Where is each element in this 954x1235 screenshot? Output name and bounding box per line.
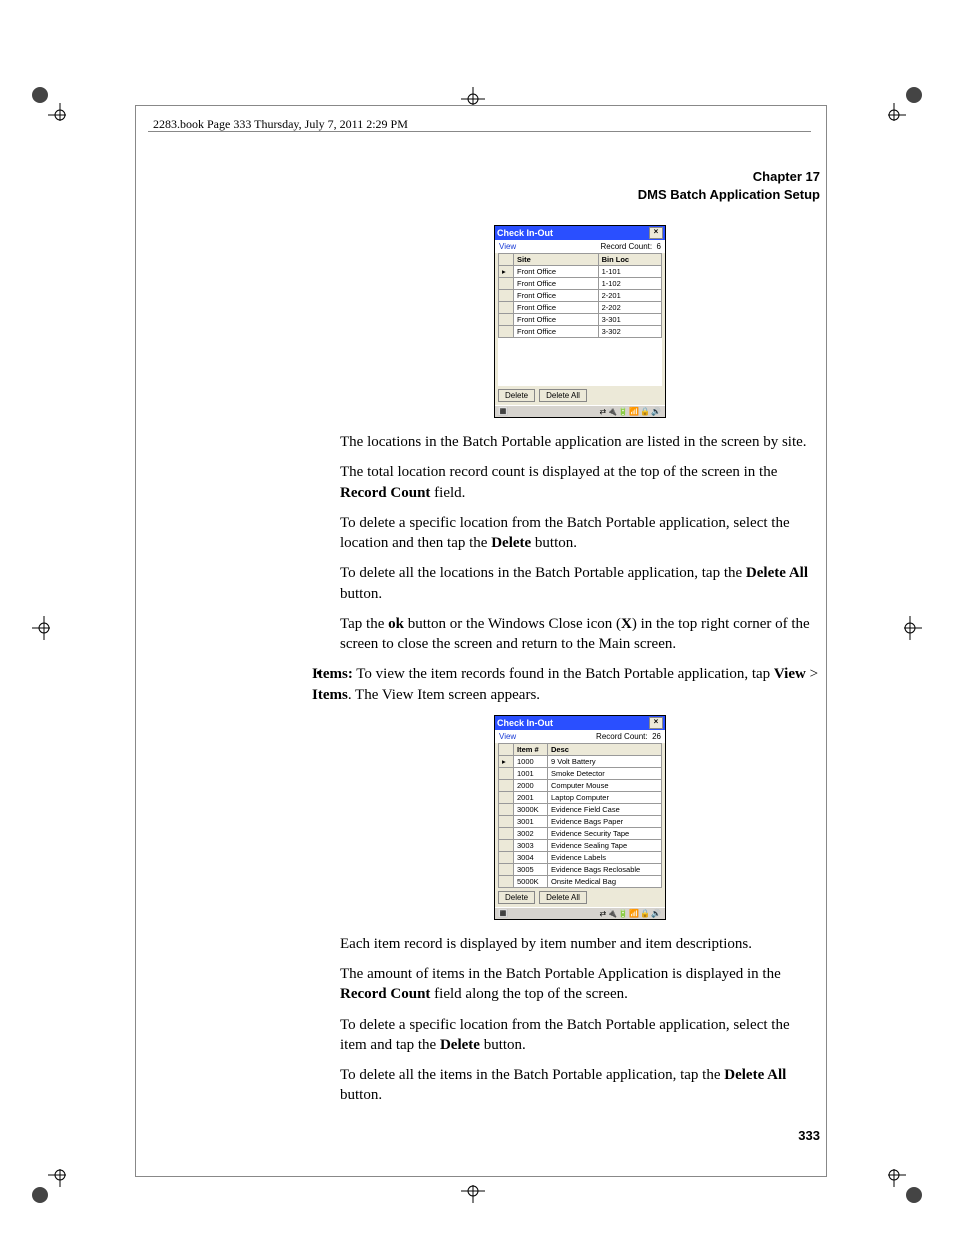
tray-icons: ⇄🔌🔋📶🔒🔊 — [599, 909, 662, 918]
body-text: Tap the ok button or the Windows Close i… — [340, 614, 820, 655]
table-row[interactable]: Front Office3-302 — [499, 326, 662, 338]
bullet-icon: • — [316, 666, 321, 683]
body-text: To delete a specific location from the B… — [340, 513, 820, 554]
view-menu[interactable]: View — [499, 732, 516, 741]
registration-mark-icon — [888, 1169, 924, 1205]
registration-mark-icon — [30, 610, 50, 646]
table-row[interactable]: 3001Evidence Bags Paper — [499, 815, 662, 827]
item-grid: Item #Desc ▸10009 Volt Battery1001Smoke … — [498, 743, 662, 888]
delete-all-button[interactable]: Delete All — [539, 891, 587, 904]
record-count: Record Count: 26 — [596, 732, 661, 741]
table-row[interactable]: 3004Evidence Labels — [499, 851, 662, 863]
body-text: To delete all the items in the Batch Por… — [340, 1065, 820, 1106]
close-icon[interactable]: × — [649, 227, 663, 239]
table-row[interactable]: 2001Laptop Computer — [499, 791, 662, 803]
table-row[interactable]: Front Office2-201 — [499, 290, 662, 302]
table-row[interactable]: Front Office3-301 — [499, 314, 662, 326]
table-row[interactable]: 2000Computer Mouse — [499, 779, 662, 791]
view-item-screenshot: Check In-Out × View Record Count: 26 Ite… — [494, 715, 666, 920]
close-icon[interactable]: × — [649, 717, 663, 729]
body-text: Items: To view the item records found in… — [312, 664, 820, 705]
header-rule — [148, 131, 811, 132]
table-row[interactable]: ▸Front Office1-101 — [499, 266, 662, 278]
registration-mark-icon — [455, 1185, 491, 1205]
start-icon[interactable]: 🔳 — [498, 407, 508, 416]
view-menu[interactable]: View — [499, 242, 516, 251]
registration-mark-icon — [904, 610, 924, 646]
chapter-number: Chapter 17 — [753, 169, 820, 184]
body-text: The total location record count is displ… — [340, 462, 820, 503]
table-row[interactable]: 3005Evidence Bags Reclosable — [499, 863, 662, 875]
table-row[interactable]: 1001Smoke Detector — [499, 767, 662, 779]
table-row[interactable]: ▸10009 Volt Battery — [499, 755, 662, 767]
location-grid: SiteBin Loc ▸Front Office1-101Front Offi… — [498, 253, 662, 338]
page-number: 333 — [340, 1128, 820, 1143]
tray-icons: ⇄🔌🔋📶🔒🔊 — [599, 407, 662, 416]
window-title: Check In-Out — [497, 228, 553, 238]
body-text: To delete a specific location from the B… — [340, 1015, 820, 1056]
table-row[interactable]: 3002Evidence Security Tape — [499, 827, 662, 839]
bullet-item: • Items: To view the item records found … — [312, 664, 820, 705]
body-text: To delete all the locations in the Batch… — [340, 563, 820, 604]
registration-mark-icon — [30, 1169, 66, 1205]
record-count: Record Count: 6 — [601, 242, 662, 251]
table-row[interactable]: 5000KOnsite Medical Bag — [499, 875, 662, 887]
delete-button[interactable]: Delete — [498, 389, 535, 402]
table-row[interactable]: Front Office2-202 — [499, 302, 662, 314]
running-header: 2283.book Page 333 Thursday, July 7, 201… — [153, 117, 408, 132]
body-text: Each item record is displayed by item nu… — [340, 934, 820, 954]
table-row[interactable]: 3000KEvidence Field Case — [499, 803, 662, 815]
registration-mark-icon — [455, 85, 491, 105]
table-row[interactable]: 3003Evidence Sealing Tape — [499, 839, 662, 851]
view-location-screenshot: Check In-Out × View Record Count: 6 Site… — [494, 225, 666, 418]
table-row[interactable]: Front Office1-102 — [499, 278, 662, 290]
delete-button[interactable]: Delete — [498, 891, 535, 904]
chapter-title: DMS Batch Application Setup — [638, 187, 820, 202]
start-icon[interactable]: 🔳 — [498, 909, 508, 918]
body-text: The locations in the Batch Portable appl… — [340, 432, 820, 452]
delete-all-button[interactable]: Delete All — [539, 389, 587, 402]
registration-mark-icon — [30, 85, 66, 121]
chapter-header: Chapter 17 DMS Batch Application Setup — [340, 168, 820, 203]
window-title: Check In-Out — [497, 718, 553, 728]
body-text: The amount of items in the Batch Portabl… — [340, 964, 820, 1005]
registration-mark-icon — [888, 85, 924, 121]
